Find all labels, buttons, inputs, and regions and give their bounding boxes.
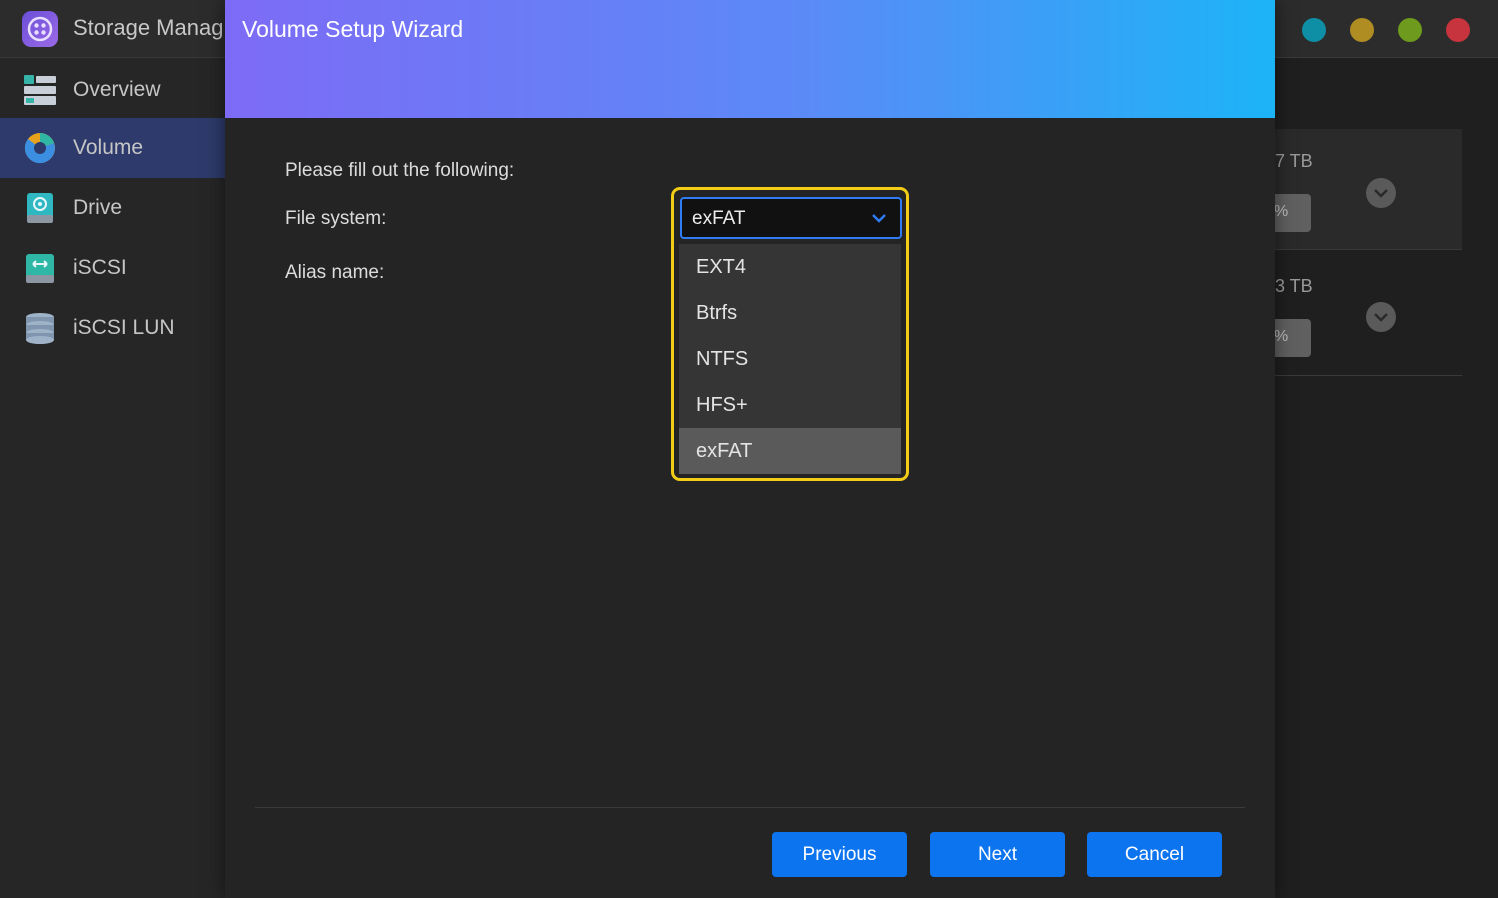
volume-pie-icon <box>24 133 55 164</box>
sidebar-item-label: iSCSI <box>73 256 127 279</box>
window-close-dot[interactable] <box>1446 18 1470 42</box>
sidebar-item-label: Overview <box>73 78 161 101</box>
iscsi-lun-icon <box>26 313 54 344</box>
sidebar-item-overview[interactable]: Overview <box>0 60 225 120</box>
file-system-select[interactable]: exFAT <box>680 197 902 239</box>
app-title: Storage Manag <box>73 15 224 40</box>
sidebar-item-label: Volume <box>73 136 144 159</box>
sidebar-item-iscsi-lun[interactable]: iSCSI LUN <box>0 298 225 358</box>
file-system-label: File system: <box>285 208 387 229</box>
form-intro-text: Please fill out the following: <box>285 160 515 181</box>
sidebar-item-volume[interactable]: Volume <box>0 118 225 178</box>
footer-divider <box>255 807 1245 808</box>
cancel-button[interactable]: Cancel <box>1087 832 1222 877</box>
window-maximize-dot[interactable] <box>1398 18 1422 42</box>
option-btrfs[interactable]: Btrfs <box>679 290 901 336</box>
divider <box>1270 375 1462 376</box>
option-ntfs[interactable]: NTFS <box>679 336 901 382</box>
overview-icon <box>24 75 56 105</box>
sidebar: Overview Volume Drive iSCSI iSCSI LUN <box>0 58 225 898</box>
drive-icon <box>27 193 53 223</box>
chevron-down-icon[interactable] <box>1366 302 1396 332</box>
volume-size-text: 7 TB <box>1275 151 1313 171</box>
wizard-title: Volume Setup Wizard <box>242 16 464 42</box>
previous-button[interactable]: Previous <box>772 832 907 877</box>
storage-manager-logo-icon <box>22 11 58 47</box>
chevron-down-icon[interactable] <box>1366 178 1396 208</box>
volume-size-text: 3 TB <box>1275 276 1313 296</box>
window-minimize-dot[interactable] <box>1350 18 1374 42</box>
chevron-down-icon <box>872 214 886 223</box>
sidebar-item-label: iSCSI LUN <box>73 316 175 339</box>
sidebar-item-iscsi[interactable]: iSCSI <box>0 238 225 298</box>
sidebar-item-drive[interactable]: Drive <box>0 178 225 238</box>
volume-setup-wizard-dialog: Volume Setup Wizard Please fill out the … <box>225 0 1275 898</box>
wizard-header: Volume Setup Wizard <box>225 0 1275 118</box>
sidebar-item-label: Drive <box>73 196 123 219</box>
file-system-selected-value: exFAT <box>692 208 746 229</box>
divider <box>1270 249 1462 250</box>
file-system-dropdown-list: EXT4 Btrfs NTFS HFS+ exFAT <box>679 244 901 474</box>
option-hfs-plus[interactable]: HFS+ <box>679 382 901 428</box>
option-exfat[interactable]: exFAT <box>679 428 901 474</box>
window-teal-dot[interactable] <box>1302 18 1326 42</box>
alias-name-label: Alias name: <box>285 262 385 283</box>
next-button[interactable]: Next <box>930 832 1065 877</box>
option-ext4[interactable]: EXT4 <box>679 244 901 290</box>
iscsi-icon <box>26 254 54 283</box>
